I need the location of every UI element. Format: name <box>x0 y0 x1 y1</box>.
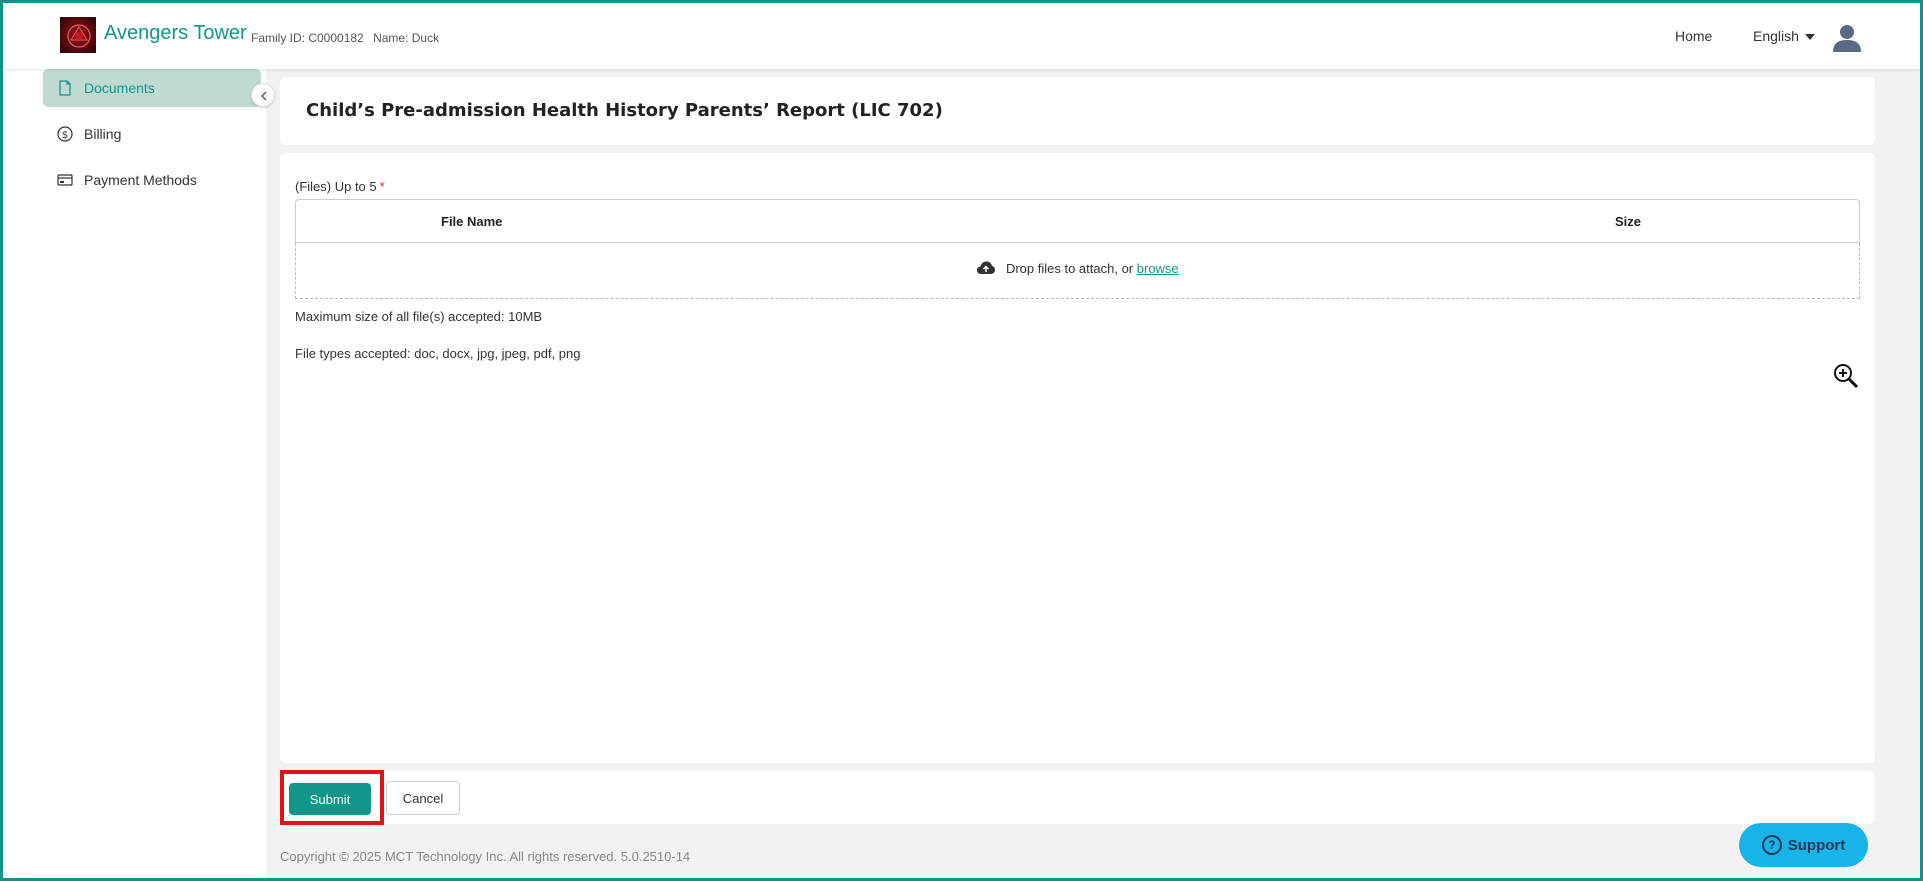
top-header: Avengers Tower Family ID: C0000182 Name:… <box>3 3 1920 69</box>
sidebar-item-documents[interactable]: Documents <box>43 69 261 107</box>
app-logo[interactable] <box>60 17 96 53</box>
sidebar: Documents $ Billing Payment Methods <box>38 69 266 878</box>
family-id: Family ID: C0000182 <box>251 31 364 45</box>
column-header-size: Size <box>1615 214 1642 229</box>
family-name: Name: Duck <box>373 31 440 45</box>
max-size-note: Maximum size of all file(s) accepted: 10… <box>295 309 543 324</box>
browse-link[interactable]: browse <box>1137 261 1179 276</box>
app-title[interactable]: Avengers Tower <box>104 22 247 45</box>
logo-emblem-icon <box>67 24 91 48</box>
card-icon <box>57 174 73 186</box>
column-header-file-name: File Name <box>441 214 503 229</box>
form-body-card: (Files) Up to 5 * File Name Size Drop fil… <box>280 153 1875 763</box>
file-dropzone[interactable]: Drop files to attach, or browse <box>295 243 1860 299</box>
footer-copyright: Copyright © 2025 MCT Technology Inc. All… <box>280 849 691 864</box>
dropzone-message: Drop files to attach, or browse <box>296 260 1859 276</box>
page-title: Child’s Pre-admission Health History Par… <box>306 100 943 121</box>
cancel-button[interactable]: Cancel <box>386 781 460 815</box>
sidebar-collapse-button[interactable] <box>251 83 275 107</box>
required-mark: * <box>379 179 385 194</box>
sidebar-item-label: Documents <box>84 80 155 96</box>
language-dropdown[interactable]: English <box>1753 28 1815 44</box>
file-types-note: File types accepted: doc, docx, jpg, jpe… <box>295 346 581 361</box>
help-circle-icon: ? <box>1761 835 1782 855</box>
sidebar-item-billing[interactable]: $ Billing <box>43 115 261 153</box>
form-actions-card: Submit Cancel <box>280 771 1875 824</box>
chevron-left-icon <box>261 91 267 101</box>
form-title-card: Child’s Pre-admission Health History Par… <box>280 77 1875 145</box>
files-label-text: (Files) Up to 5 <box>295 179 377 194</box>
dollar-icon: $ <box>57 126 73 142</box>
support-button[interactable]: ? Support <box>1739 823 1868 867</box>
submit-button[interactable]: Submit <box>289 783 371 815</box>
user-avatar-icon[interactable] <box>1832 24 1862 52</box>
document-icon <box>59 80 71 96</box>
support-label: Support <box>1787 837 1846 854</box>
zoom-in-icon[interactable] <box>1833 363 1859 389</box>
svg-text:$: $ <box>62 130 68 141</box>
files-field-label: (Files) Up to 5 * <box>295 179 385 194</box>
sidebar-item-payment-methods[interactable]: Payment Methods <box>43 161 261 199</box>
dropzone-text: Drop files to attach, or <box>1005 261 1134 276</box>
caret-down-icon <box>1804 34 1815 41</box>
sidebar-item-label: Billing <box>84 126 122 142</box>
cloud-upload-icon <box>977 261 996 274</box>
files-table-header: File Name Size <box>295 199 1860 243</box>
sidebar-item-label: Payment Methods <box>84 172 197 188</box>
language-label: English <box>1753 28 1799 44</box>
family-info: Family ID: C0000182 Name: Duck <box>251 31 445 45</box>
home-link[interactable]: Home <box>1675 28 1712 44</box>
